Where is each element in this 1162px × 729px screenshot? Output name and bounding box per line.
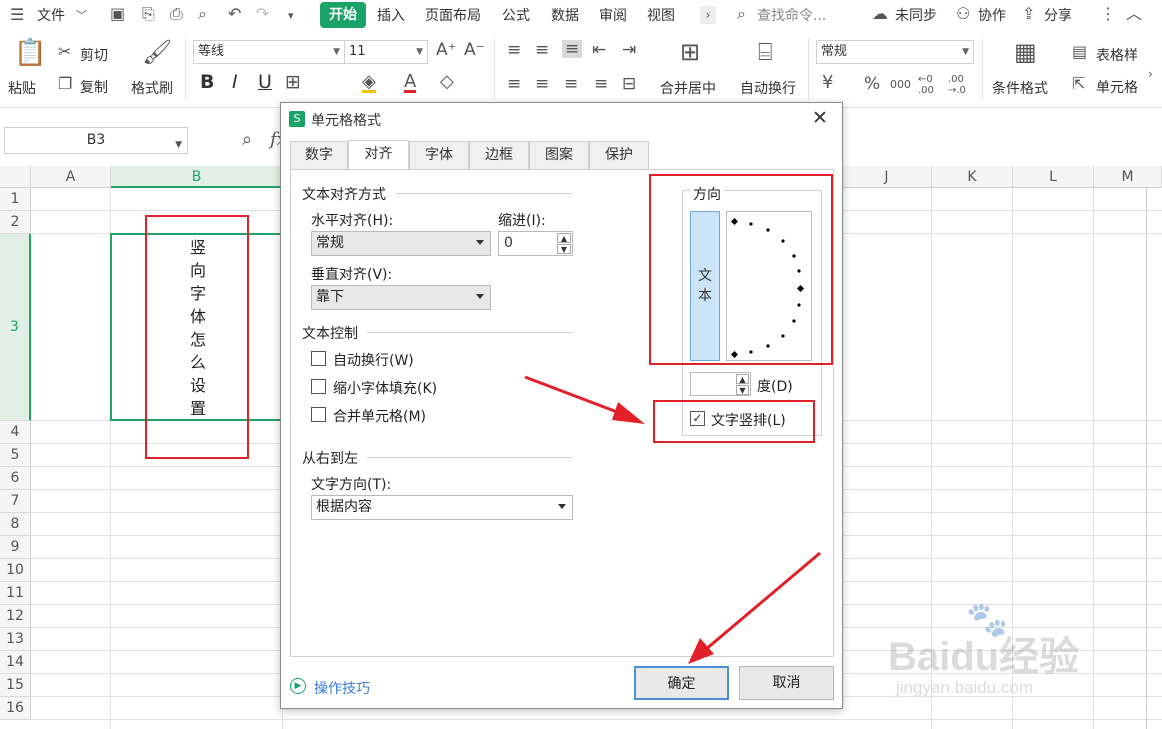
baidu-watermark: Baidu经验 🐾 jingyan.baidu.com: [888, 600, 1158, 710]
watermark-url: jingyan.baidu.com: [896, 678, 1034, 697]
paw-icon: 🐾: [966, 600, 1009, 640]
